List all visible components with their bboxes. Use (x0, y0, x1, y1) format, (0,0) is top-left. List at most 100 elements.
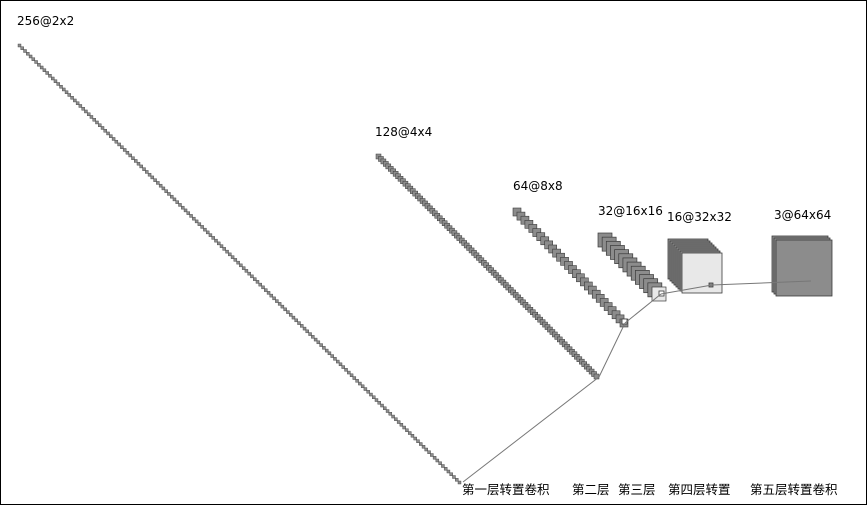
caption-layer-2: 第二层 (572, 482, 610, 497)
feature-map-l1-59 (178, 203, 182, 207)
feature-map-l1-67 (200, 225, 204, 229)
feature-map-l1-45 (139, 164, 143, 169)
feature-map-l1-144 (413, 436, 417, 441)
feature-map-l1-38 (120, 145, 124, 149)
feature-map-l1-21 (73, 98, 77, 103)
feature-map-l1-158 (452, 475, 456, 479)
feature-map-l1-19 (67, 93, 72, 97)
caption-layer-4: 第四层转置 (668, 482, 731, 497)
feature-map-l1-36 (114, 139, 119, 144)
feature-map-l1-16 (59, 85, 63, 89)
feature-map-l1-66 (197, 222, 202, 226)
layer-label-6: 3@64x64 (774, 208, 831, 222)
feature-map-l1-79 (233, 258, 238, 262)
feature-map-l1-117 (338, 362, 343, 367)
feature-map-l1-61 (183, 208, 188, 213)
feature-map-l1-106 (308, 332, 312, 336)
feature-map-l1-135 (388, 412, 393, 416)
feature-map-l1-103 (300, 324, 304, 328)
feature-map-l1-105 (305, 329, 309, 334)
feature-map-l1-42 (131, 156, 135, 160)
feature-map-stacks (17, 43, 833, 485)
feature-map-l1-35 (111, 137, 116, 141)
layer-label-5: 16@32x32 (667, 210, 732, 224)
feature-map-l1-156 (446, 469, 451, 474)
feature-map-l1-93 (272, 296, 276, 301)
feature-map-l1-124 (358, 381, 362, 386)
feature-map-l1-53 (161, 186, 166, 191)
feature-map-l1-108 (313, 337, 318, 342)
feature-map-l1-116 (336, 359, 340, 364)
diagram-canvas: 256@2x2 128@4x4 64@8x8 32@16x16 16@32x32… (0, 0, 867, 505)
feature-map-l1-31 (100, 126, 105, 130)
feature-map-l1-43 (134, 159, 138, 163)
feature-map-l1-4 (26, 52, 30, 56)
caption-layer-3: 第三层 (618, 482, 656, 497)
feature-map-l1-86 (253, 277, 257, 281)
feature-map-l1-138 (396, 420, 401, 424)
feature-map-l1-13 (51, 76, 55, 81)
feature-map-l1-65 (194, 219, 199, 224)
feature-map-l1-152 (435, 458, 440, 463)
feature-map-l1-49 (150, 175, 155, 180)
feature-map-l1-128 (369, 392, 373, 397)
feature-map-l1-50 (153, 178, 157, 182)
feature-map-l1-110 (319, 343, 323, 347)
feature-map-l1-107 (311, 335, 315, 339)
feature-map-l1-83 (244, 269, 249, 273)
layer-label-2: 128@4x4 (375, 125, 432, 139)
feature-map-l1-71 (211, 236, 215, 240)
feature-map-l1-118 (341, 365, 345, 369)
feature-map-l1-68 (203, 227, 207, 232)
feature-map-l1-75 (222, 247, 226, 251)
feature-map-l1-64 (192, 216, 196, 221)
stack-l4 (597, 232, 667, 302)
feature-map-l1-146 (419, 442, 423, 446)
feature-map-l1-57 (172, 197, 177, 202)
feature-map-l1-102 (297, 321, 301, 325)
feature-map-l1-63 (189, 214, 193, 218)
feature-map-l1-47 (145, 170, 149, 174)
feature-map-l1-85 (250, 274, 254, 279)
feature-map-l1-77 (228, 252, 232, 257)
feature-map-l1-97 (283, 307, 287, 312)
feature-map-l1-6 (31, 57, 36, 61)
feature-map-l1-73 (217, 241, 221, 246)
network-diagram: 256@2x2 128@4x4 64@8x8 32@16x16 16@32x32… (17, 14, 838, 497)
feature-map-l1-88 (258, 282, 262, 287)
feature-map-l1-120 (347, 370, 351, 375)
feature-map-l1-98 (286, 310, 290, 314)
feature-map-l1-150 (430, 453, 434, 457)
feature-map-l1-127 (366, 390, 370, 394)
feature-map-l1-41 (128, 153, 132, 158)
feature-map-l1-22 (75, 101, 80, 105)
caption-layer-5: 第五层转置卷积 (750, 482, 838, 497)
feature-map-l1-74 (219, 244, 224, 248)
feature-map-l1-37 (117, 142, 121, 147)
feature-map-l1-23 (78, 104, 83, 108)
feature-map-l1-100 (291, 315, 296, 320)
feature-map-l1-147 (421, 445, 426, 449)
feature-map-l1-139 (399, 423, 404, 427)
feature-map-l1-48 (147, 172, 152, 177)
feature-map-l1-29 (95, 120, 99, 125)
feature-map-l1-56 (169, 194, 174, 199)
feature-map-l6-3 (775, 239, 833, 297)
feature-map-l1-32 (103, 128, 107, 133)
feature-map-l1-113 (327, 351, 332, 356)
feature-map-l1-34 (109, 134, 113, 138)
feature-map-l1-11 (45, 71, 49, 75)
feature-map-l1-112 (324, 348, 329, 353)
feature-map-l1-81 (239, 263, 243, 268)
feature-map-l1-111 (322, 346, 326, 350)
feature-map-l1-91 (266, 291, 271, 295)
feature-map-l1-62 (186, 211, 191, 215)
feature-map-l1-121 (349, 373, 354, 378)
feature-map-l1-125 (360, 384, 365, 389)
feature-map-l1-8 (37, 63, 41, 67)
feature-map-l1-151 (432, 456, 437, 460)
feature-map-l1-131 (377, 401, 381, 405)
feature-map-l1-153 (438, 461, 442, 465)
feature-map-l1-84 (247, 271, 251, 276)
feature-map-l1-70 (208, 233, 213, 237)
